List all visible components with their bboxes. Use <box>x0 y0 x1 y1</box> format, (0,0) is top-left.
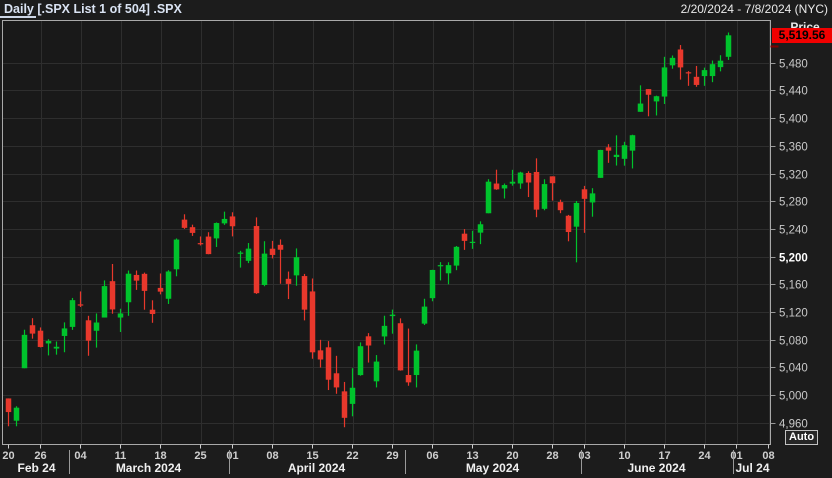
svg-text:5,120: 5,120 <box>779 308 808 320</box>
svg-text:5,360: 5,360 <box>779 142 808 154</box>
last-price-badge: 5,519.56 <box>772 28 832 43</box>
svg-text:29: 29 <box>386 450 398 462</box>
svg-text:20: 20 <box>2 450 14 462</box>
svg-text:May 2024: May 2024 <box>466 461 520 475</box>
svg-text:01: 01 <box>226 450 238 462</box>
svg-text:5,200: 5,200 <box>779 253 808 265</box>
candlestick-chart[interactable]: 5,480 5,440 5,400 5,360 5,320 5,280 5,240 5,200… <box>0 0 832 478</box>
svg-text:Feb 24: Feb 24 <box>17 461 55 475</box>
svg-text:08: 08 <box>266 450 278 462</box>
svg-text:March 2024: March 2024 <box>116 461 182 475</box>
svg-text:5,480: 5,480 <box>779 59 808 71</box>
svg-text:04: 04 <box>74 450 87 462</box>
svg-text:03: 03 <box>578 450 590 462</box>
svg-text:5,400: 5,400 <box>779 114 808 126</box>
svg-text:Jul 24: Jul 24 <box>735 461 769 475</box>
svg-text:5,000: 5,000 <box>779 391 808 403</box>
svg-text:24: 24 <box>698 450 711 462</box>
svg-text:April 2024: April 2024 <box>288 461 346 475</box>
svg-text:5,080: 5,080 <box>779 336 808 348</box>
svg-text:5,440: 5,440 <box>779 86 808 98</box>
svg-text:22: 22 <box>346 450 358 462</box>
svg-text:5,040: 5,040 <box>779 363 808 375</box>
svg-text:5,240: 5,240 <box>779 225 808 237</box>
svg-text:4,960: 4,960 <box>779 419 808 431</box>
svg-text:5,280: 5,280 <box>779 197 808 209</box>
svg-text:28: 28 <box>546 450 558 462</box>
svg-text:25: 25 <box>194 450 206 462</box>
auto-scale-button[interactable]: Auto <box>785 430 818 445</box>
svg-text:06: 06 <box>426 450 438 462</box>
svg-text:5,160: 5,160 <box>779 280 808 292</box>
chart-window: Daily [.SPX List 1 of 504] .SPX 2/20/202… <box>0 0 832 478</box>
svg-text:5,320: 5,320 <box>779 170 808 182</box>
svg-text:June 2024: June 2024 <box>627 461 685 475</box>
